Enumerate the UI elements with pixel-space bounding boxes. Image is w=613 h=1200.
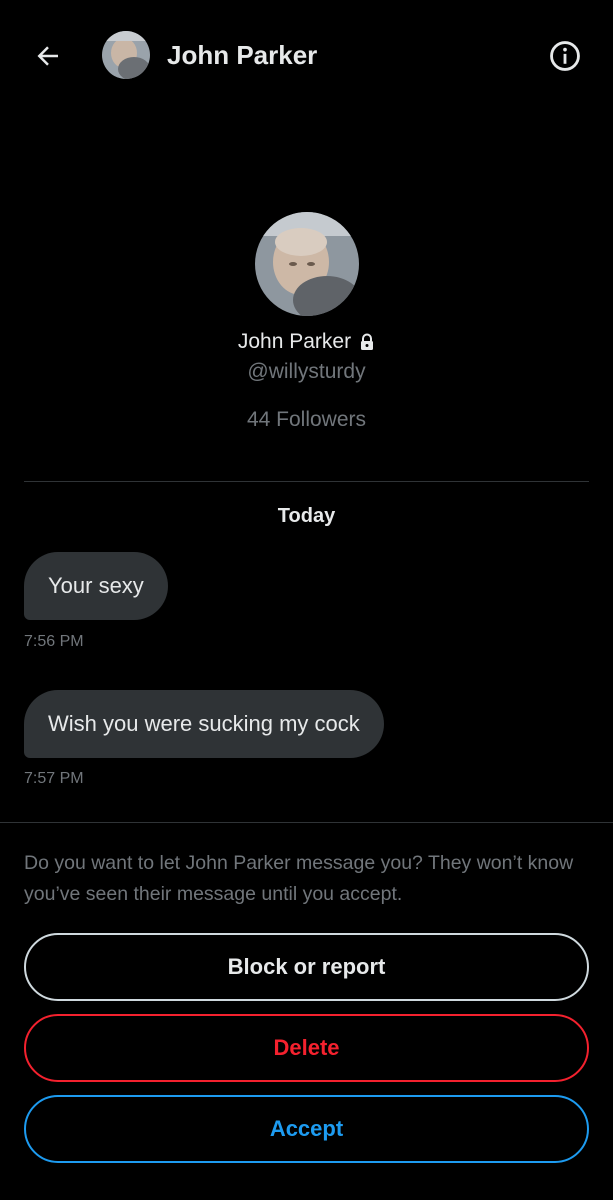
profile-handle: @willysturdy xyxy=(247,360,366,383)
profile-name-row: John Parker xyxy=(0,330,613,354)
profile-name[interactable]: John Parker xyxy=(238,330,351,354)
message-request-prompt: Do you want to let John Parker message y… xyxy=(24,852,574,905)
conversation-header: John Parker xyxy=(0,0,613,112)
profile-followers[interactable]: 44 Followers xyxy=(0,408,613,432)
profile-summary: John Parker @willysturdy 44 Followers xyxy=(0,212,613,432)
message-bubble[interactable]: Wish you were sucking my cock xyxy=(24,690,384,758)
back-button[interactable] xyxy=(30,38,66,74)
date-separator: Today xyxy=(277,505,336,527)
profile-avatar[interactable] xyxy=(254,212,359,316)
info-button[interactable] xyxy=(545,36,585,76)
header-avatar[interactable] xyxy=(102,31,150,79)
divider xyxy=(0,822,613,823)
message-timestamp: 7:57 PM xyxy=(24,770,84,787)
divider xyxy=(24,481,589,482)
arrow-left-icon xyxy=(37,46,58,66)
delete-button[interactable]: Delete xyxy=(24,1014,589,1082)
message-timestamp: 7:56 PM xyxy=(24,633,84,650)
info-circle-icon xyxy=(550,41,580,71)
header-username[interactable]: John Parker xyxy=(167,40,317,71)
lock-icon xyxy=(361,333,374,350)
block-or-report-button[interactable]: Block or report xyxy=(24,933,589,1001)
message-bubble[interactable]: Your sexy xyxy=(24,552,168,620)
accept-button[interactable]: Accept xyxy=(24,1095,589,1163)
